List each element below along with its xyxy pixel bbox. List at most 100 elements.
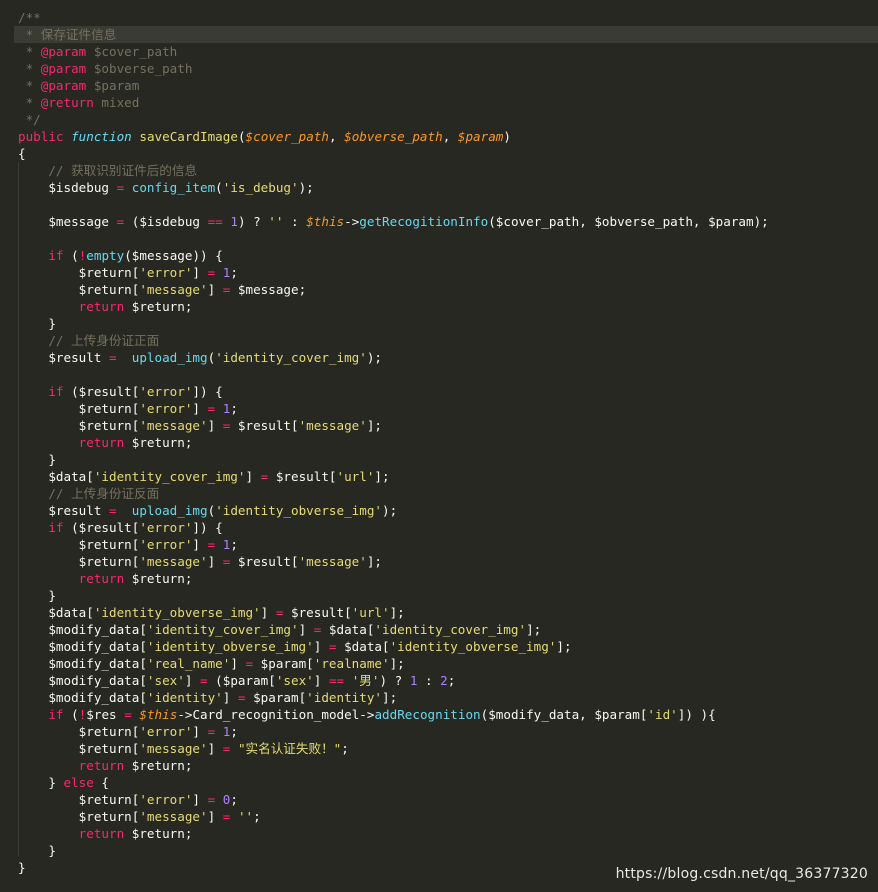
code-line[interactable] (18, 196, 878, 213)
code-line[interactable]: if (!empty($message)) { (18, 247, 878, 264)
code-line[interactable]: return $return; (18, 570, 878, 587)
code-line[interactable]: * 保存证件信息 (14, 26, 878, 43)
code-line[interactable]: return $return; (18, 434, 878, 451)
code-line[interactable]: $return['error'] = 1; (18, 723, 878, 740)
code-line[interactable]: $isdebug = config_item('is_debug'); (18, 179, 878, 196)
code-line[interactable]: * @param $cover_path (18, 43, 878, 60)
code-line[interactable]: return $return; (18, 298, 878, 315)
code-token: ] (207, 741, 223, 756)
code-token: 'error' (139, 792, 193, 807)
code-line[interactable]: $data['identity_obverse_img'] = $result[… (18, 604, 878, 621)
code-line[interactable]: if ($result['error']) { (18, 383, 878, 400)
code-line[interactable]: $modify_data['identity'] = $param['ident… (18, 689, 878, 706)
code-token: $cover_path (245, 129, 329, 144)
code-token: public (18, 129, 64, 144)
code-token: 'identity_obverse_img' (93, 605, 261, 620)
code-line[interactable]: $result = upload_img('identity_obverse_i… (18, 502, 878, 519)
code-token: ; (341, 741, 349, 756)
code-token: if (48, 520, 64, 535)
code-line[interactable]: $return['message'] = $result['message']; (18, 417, 878, 434)
code-line[interactable]: $data['identity_cover_img'] = $result['u… (18, 468, 878, 485)
code-token: -> (344, 214, 360, 229)
code-token: 'error' (139, 265, 193, 280)
code-token: ]) ){ (677, 707, 716, 722)
code-token: $result (18, 503, 109, 518)
code-token: ); (298, 180, 314, 195)
code-token: ]; (389, 605, 405, 620)
code-line[interactable] (18, 230, 878, 247)
code-token: 'identity' (146, 690, 223, 705)
code-token: $return; (124, 435, 193, 450)
code-line[interactable]: $return['message'] = "实名认证失败！"; (18, 740, 878, 757)
code-line[interactable]: if (!$res = $this->Card_recognition_mode… (18, 706, 878, 723)
code-token: return (78, 435, 125, 450)
code-line[interactable]: $modify_data['real_name'] = $param['real… (18, 655, 878, 672)
code-token: ]) { (192, 520, 223, 535)
code-line[interactable] (18, 366, 878, 383)
code-line[interactable]: * @return mixed (18, 94, 878, 111)
code-line[interactable]: } (18, 451, 878, 468)
code-line[interactable]: $return['error'] = 1; (18, 400, 878, 417)
code-line[interactable]: if ($result['error']) { (18, 519, 878, 536)
code-line[interactable]: $return['message'] = ''; (18, 808, 878, 825)
code-line[interactable]: { (18, 145, 878, 162)
code-token: ] (313, 673, 329, 688)
code-line[interactable]: $return['message'] = $message; (18, 281, 878, 298)
code-token: = (245, 656, 254, 671)
code-line[interactable]: */ (18, 111, 878, 128)
code-line[interactable]: // 获取识别证件后的信息 (18, 162, 878, 179)
code-token: // 上传身份证反面 (48, 486, 160, 501)
code-editor[interactable]: /** * 保存证件信息 * @param $cover_path * @par… (0, 0, 878, 892)
code-line[interactable]: $modify_data['identity_obverse_img'] = $… (18, 638, 878, 655)
code-token: 2 (440, 673, 448, 688)
code-token: $result[ (230, 554, 299, 569)
code-line[interactable]: $return['message'] = $result['message']; (18, 553, 878, 570)
code-line[interactable]: $return['error'] = 1; (18, 536, 878, 553)
code-line[interactable]: } (18, 587, 878, 604)
code-line[interactable]: } (18, 315, 878, 332)
code-line[interactable]: // 上传身份证反面 (18, 485, 878, 502)
code-line[interactable]: $modify_data['identity_cover_img'] = $da… (18, 621, 878, 638)
code-token: 'error' (139, 724, 193, 739)
code-token: $message; (230, 282, 307, 297)
code-token: '男' (351, 673, 380, 688)
code-token: ; (230, 537, 238, 552)
code-line[interactable]: public function saveCardImage($cover_pat… (18, 128, 878, 145)
code-token: upload_img (131, 350, 208, 365)
code-token: : (417, 673, 441, 688)
code-token: * (18, 78, 41, 93)
code-token: 'error' (139, 384, 193, 399)
code-token: */ (18, 112, 41, 127)
code-token: return (78, 758, 125, 773)
code-line[interactable]: return $return; (18, 757, 878, 774)
code-token: * 保存证件信息 (18, 27, 117, 42)
code-line[interactable]: /** (18, 9, 878, 26)
code-token: addRecognition (374, 707, 481, 722)
code-line[interactable]: } else { (18, 774, 878, 791)
code-token: $param[ (245, 690, 307, 705)
code-line[interactable]: $modify_data['sex'] = ($param['sex'] == … (18, 672, 878, 689)
code-token: = (109, 350, 117, 365)
code-line[interactable]: return $return; (18, 825, 878, 842)
code-token: : (283, 214, 307, 229)
code-token: ] (260, 605, 276, 620)
code-line[interactable]: $message = ($isdebug == 1) ? '' : $this-… (18, 213, 878, 230)
code-line[interactable]: // 上传身份证正面 (18, 332, 878, 349)
code-token: if (48, 248, 64, 263)
code-line[interactable]: * @param $param (18, 77, 878, 94)
code-token: == (328, 673, 345, 688)
code-token: 'identity_obverse_img' (215, 503, 382, 518)
code-line[interactable]: * @param $obverse_path (18, 60, 878, 77)
code-line[interactable]: } (18, 842, 878, 859)
code-token: 'identity_cover_img' (146, 622, 299, 637)
code-token: 'message' (298, 554, 367, 569)
code-token: 'identity_obverse_img' (389, 639, 557, 654)
code-line[interactable]: $result = upload_img('identity_cover_img… (18, 349, 878, 366)
code-token: ] (192, 792, 208, 807)
code-token: ($modify_data, $param[ (480, 707, 648, 722)
code-token: 'sex' (146, 673, 185, 688)
code-line[interactable]: $return['error'] = 1; (18, 264, 878, 281)
code-line[interactable]: $return['error'] = 0; (18, 791, 878, 808)
code-token: $return; (124, 299, 193, 314)
